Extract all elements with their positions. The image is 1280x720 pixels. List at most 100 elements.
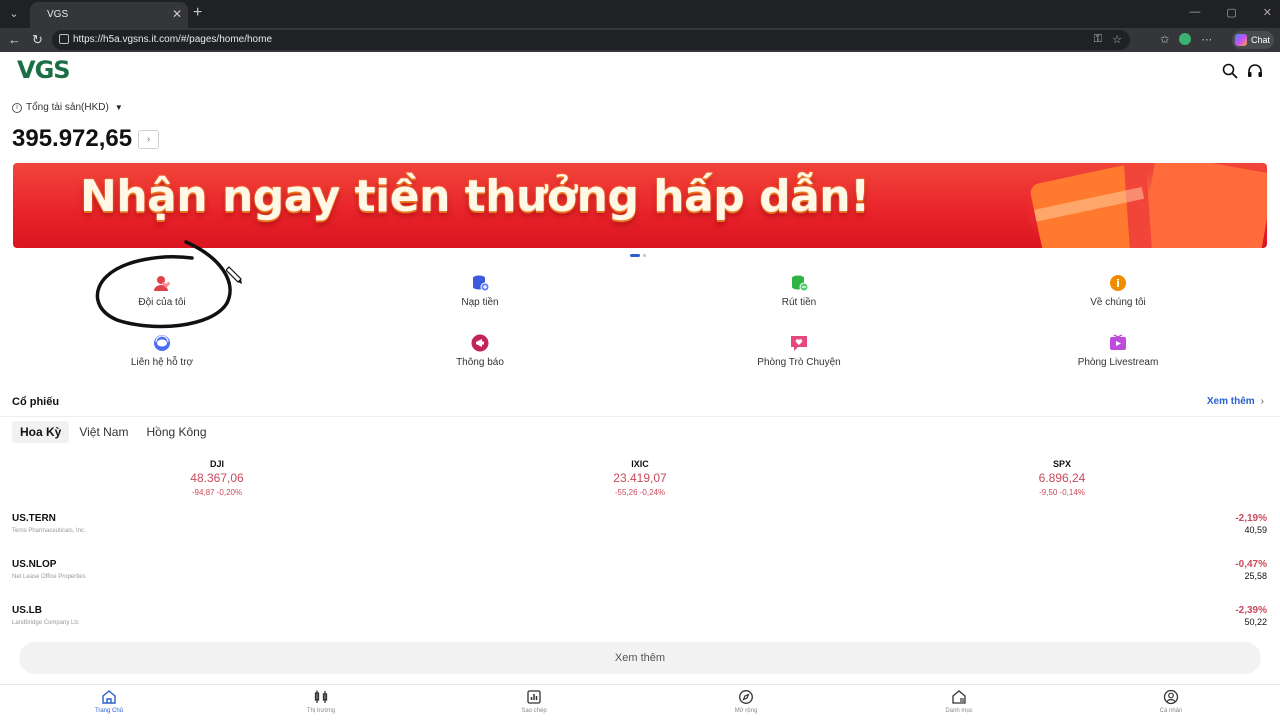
more-menu-icon[interactable]: ⋯ [1201, 33, 1212, 46]
caret-down-icon[interactable]: ▼ [115, 103, 123, 112]
search-icon[interactable] [1221, 62, 1239, 80]
stock-company: Terns Pharmaceuticals, Inc. [12, 528, 86, 534]
nav-explore[interactable]: Mở rộng [686, 689, 806, 714]
home-icon [102, 690, 116, 704]
browser-tab-bar: ⌄ VGS ✕ + — ▢ ✕ [0, 0, 1280, 28]
see-more-button[interactable]: Xem thêm [19, 642, 1261, 674]
nav-profile[interactable]: Cá nhân [1111, 689, 1231, 714]
nav-home[interactable]: Trang Chủ [49, 689, 169, 714]
index-ixic[interactable]: IXIC 23.419,07 -55,26 -0,24% [560, 459, 720, 497]
profile-avatar-icon[interactable] [1179, 33, 1192, 45]
stock-row[interactable]: US.LB Landbridge Company Llc -2,39% 50,2… [0, 605, 1280, 645]
url-field[interactable]: https://h5a.vgsns.it.com/#/pages/home/ho… [52, 30, 1130, 50]
qa-label: Nạp tiền [461, 297, 499, 308]
close-window-icon[interactable]: ✕ [1263, 6, 1272, 19]
index-spx[interactable]: SPX 6.896,24 -9,50 -0,14% [982, 459, 1142, 497]
index-name: IXIC [631, 459, 649, 469]
key-icon[interactable]: ⚿ [1094, 33, 1102, 46]
browser-address-bar: ← ↻ https://h5a.vgsns.it.com/#/pages/hom… [0, 28, 1280, 52]
index-dji[interactable]: DJI 48.367,06 -94,87 -0,20% [137, 459, 297, 497]
headset-icon[interactable] [1246, 62, 1264, 80]
nav-label: Trang Chủ [94, 708, 124, 714]
market-tabs: Hoa Kỳ Việt Nam Hồng Kông [12, 421, 215, 443]
about-icon: i [1110, 275, 1126, 291]
stock-symbol: US.NLOP [12, 559, 57, 570]
stock-change-pct: -0,47% [1235, 559, 1267, 570]
support-icon [154, 335, 170, 351]
qa-label: Đội của tôi [138, 297, 186, 308]
nav-portfolio[interactable]: Danh mục [899, 689, 1019, 714]
banner-dot-active[interactable] [630, 254, 640, 257]
stocks-see-more-link[interactable]: Xem thêm › [1207, 396, 1264, 407]
stock-symbol: US.TERN [12, 513, 56, 524]
stock-row[interactable]: US.TERN Terns Pharmaceuticals, Inc. -2,1… [0, 513, 1280, 553]
stock-symbol: US.LB [12, 605, 42, 616]
portfolio-icon [952, 690, 966, 704]
asset-detail-button[interactable]: › [138, 130, 159, 149]
back-icon[interactable]: ← [8, 32, 21, 47]
qa-notifications[interactable]: Thông báo [400, 334, 560, 368]
tab-title: VGS [47, 9, 69, 20]
qa-chat-room[interactable]: Phòng Trò Chuyện [719, 334, 879, 368]
stock-change-pct: -2,19% [1235, 513, 1267, 524]
bottom-nav: Trang Chủ Thị trường Sao chép Mở rộng Da… [0, 684, 1280, 720]
site-info-icon[interactable] [59, 34, 69, 44]
qa-deposit[interactable]: Nạp tiền [400, 274, 560, 308]
nav-label: Danh mục [945, 708, 973, 714]
tab-list-icon[interactable]: ⌄ [6, 6, 22, 22]
index-change: -9,50 -0,14% [1039, 488, 1085, 497]
browser-tab[interactable]: VGS ✕ [30, 2, 188, 28]
nav-market[interactable]: Thị trường [261, 689, 381, 714]
new-tab-button[interactable]: + [193, 4, 202, 22]
nav-label: Cá nhân [1159, 708, 1183, 714]
copilot-icon [1235, 34, 1247, 46]
index-value: 23.419,07 [613, 471, 667, 485]
chat-button[interactable]: Chat [1232, 31, 1274, 49]
pen-cursor-icon [226, 266, 242, 284]
qa-livestream[interactable]: Phòng Livestream [1038, 334, 1198, 368]
qa-my-team[interactable]: Đội của tôi [82, 274, 242, 308]
maximize-icon[interactable]: ▢ [1226, 6, 1236, 19]
compass-icon [739, 690, 753, 704]
promo-banner[interactable]: Nhận ngay tiền thưởng hấp dẫn! [13, 163, 1267, 248]
bookmark-star-icon[interactable]: ☆ [1112, 33, 1122, 46]
banner-pagination [630, 254, 646, 257]
withdraw-icon [792, 275, 808, 292]
tab-close-icon[interactable]: ✕ [172, 7, 182, 21]
qa-label: Rút tiền [781, 297, 817, 308]
tab-vietnam[interactable]: Việt Nam [71, 421, 136, 443]
minimize-icon[interactable]: — [1189, 6, 1200, 19]
index-name: DJI [209, 459, 224, 469]
market-icon [314, 690, 328, 703]
qa-about-us[interactable]: i Về chúng tôi [1038, 274, 1198, 308]
reload-icon[interactable]: ↻ [32, 32, 43, 48]
qa-withdraw[interactable]: Rút tiền [719, 274, 879, 308]
favorites-icon[interactable]: ✩ [1160, 33, 1169, 46]
deposit-icon [473, 275, 489, 292]
qa-label: Phòng Trò Chuyện [757, 357, 841, 368]
nav-label: Sao chép [521, 708, 547, 714]
qa-label: Liên hệ hỗ trợ [130, 357, 194, 368]
tab-hong-kong[interactable]: Hồng Kông [138, 421, 214, 443]
index-change: -55,26 -0,24% [614, 488, 666, 497]
index-change: -94,87 -0,20% [191, 488, 243, 497]
total-assets-label-row[interactable]: i Tổng tài sản(HKD) ▼ [12, 102, 123, 113]
banner-dot[interactable] [643, 254, 646, 257]
chat-label: Chat [1251, 35, 1271, 45]
qa-label: Về chúng tôi [1090, 297, 1146, 308]
qa-contact-support[interactable]: Liên hệ hỗ trợ [82, 334, 242, 368]
stock-change-pct: -2,39% [1235, 605, 1267, 616]
tab-us[interactable]: Hoa Kỳ [12, 421, 70, 443]
index-value: 6.896,24 [1038, 471, 1086, 485]
section-divider [0, 416, 1280, 417]
nav-label: Mở rộng [734, 708, 758, 714]
livestream-icon [1110, 334, 1126, 350]
see-more-label: Xem thêm [1206, 396, 1255, 407]
info-icon: i [12, 102, 22, 113]
stock-price: 40,59 [1244, 525, 1267, 535]
banner-text: Nhận ngay tiền thưởng hấp dẫn! [80, 171, 870, 222]
stock-row[interactable]: US.NLOP Net Lease Office Properties -0,4… [0, 559, 1280, 599]
nav-copy-trade[interactable]: Sao chép [474, 689, 594, 714]
vgs-logo: VGS [17, 56, 71, 84]
stocks-section-title: Cổ phiếu [12, 396, 60, 408]
